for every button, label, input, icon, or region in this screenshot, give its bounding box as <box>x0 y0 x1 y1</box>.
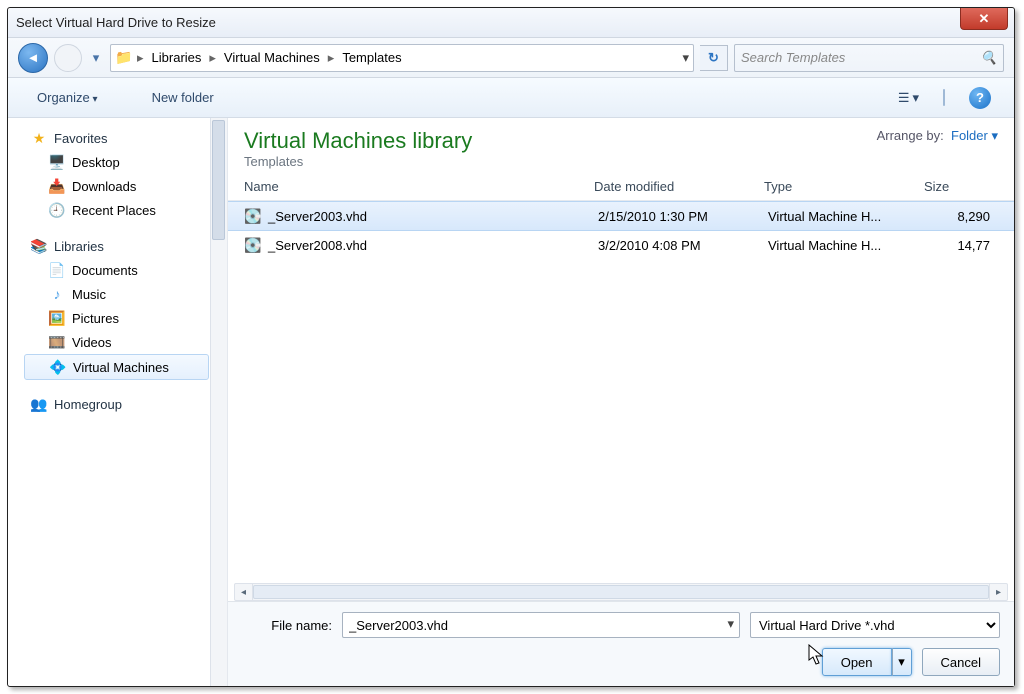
star-icon: ★ <box>30 129 48 147</box>
sidebar-item-downloads[interactable]: 📥Downloads <box>8 174 227 198</box>
view-icon: ☰ <box>898 90 910 106</box>
sidebar-item-music[interactable]: ♪Music <box>8 282 227 306</box>
refresh-icon: ↻ <box>708 50 719 66</box>
filetype-filter[interactable]: Virtual Hard Drive *.vhd <box>750 612 1000 638</box>
file-type: Virtual Machine H... <box>768 209 928 224</box>
library-title: Virtual Machines library <box>244 128 472 154</box>
search-placeholder: Search Templates <box>741 50 845 65</box>
chevron-right-icon: ▸ <box>137 50 144 66</box>
column-headers[interactable]: Name Date modified Type Size <box>228 173 1014 201</box>
address-bar[interactable]: 📁 ▸ Libraries ▸ Virtual Machines ▸ Templ… <box>110 44 694 72</box>
vm-icon: 💠 <box>49 358 67 376</box>
file-size: 14,77 <box>928 238 998 253</box>
chevron-right-icon: ▸ <box>328 50 335 66</box>
scroll-right-icon[interactable]: ▸ <box>989 584 1007 600</box>
documents-icon: 📄 <box>48 261 66 279</box>
file-size: 8,290 <box>928 209 998 224</box>
folder-icon: 📁 <box>115 49 133 67</box>
scroll-left-icon[interactable]: ◂ <box>235 584 253 600</box>
sidebar-item-recent[interactable]: 🕘Recent Places <box>8 198 227 222</box>
window-title: Select Virtual Hard Drive to Resize <box>16 15 216 30</box>
file-name: _Server2003.vhd <box>268 209 598 224</box>
close-icon: ✕ <box>979 11 990 27</box>
pictures-icon: 🖼️ <box>48 309 66 327</box>
recent-locations-button[interactable]: ▾ <box>88 48 104 68</box>
col-type[interactable]: Type <box>764 179 924 194</box>
preview-pane-button[interactable] <box>943 89 945 106</box>
breadcrumb-seg[interactable]: Libraries <box>148 50 206 65</box>
file-open-dialog: Select Virtual Hard Drive to Resize ✕ ◄ … <box>7 7 1015 687</box>
homegroup-group[interactable]: 👥Homegroup <box>8 392 227 416</box>
col-date[interactable]: Date modified <box>594 179 764 194</box>
help-button[interactable]: ? <box>969 87 991 109</box>
scrollbar-thumb[interactable] <box>212 120 225 240</box>
filename-dropdown-icon[interactable]: ▾ <box>727 616 734 632</box>
vhd-icon: 💽 <box>244 207 262 225</box>
music-icon: ♪ <box>48 285 66 303</box>
scrollbar-thumb[interactable] <box>253 585 989 599</box>
arrange-value[interactable]: Folder ▾ <box>951 128 998 143</box>
dialog-footer: File name: ▾ Virtual Hard Drive *.vhd Op… <box>228 601 1014 686</box>
navigation-pane: ★Favorites 🖥️Desktop 📥Downloads 🕘Recent … <box>8 118 228 686</box>
open-dropdown-button[interactable]: ▾ <box>892 648 912 676</box>
favorites-group[interactable]: ★Favorites <box>8 126 227 150</box>
vhd-icon: 💽 <box>244 236 262 254</box>
libraries-icon: 📚 <box>30 237 48 255</box>
sidebar-item-pictures[interactable]: 🖼️Pictures <box>8 306 227 330</box>
file-date: 2/15/2010 1:30 PM <box>598 209 768 224</box>
refresh-button[interactable]: ↻ <box>700 45 728 71</box>
nav-row: ◄ ▾ 📁 ▸ Libraries ▸ Virtual Machines ▸ T… <box>8 38 1014 78</box>
libraries-group[interactable]: 📚Libraries <box>8 234 227 258</box>
breadcrumb-seg[interactable]: Virtual Machines <box>220 50 324 65</box>
view-button[interactable]: ☰ ▾ <box>889 85 928 111</box>
search-box[interactable]: Search Templates 🔍 <box>734 44 1004 72</box>
chevron-right-icon: ▸ <box>209 50 216 66</box>
title-bar[interactable]: Select Virtual Hard Drive to Resize ✕ <box>8 8 1014 38</box>
desktop-icon: 🖥️ <box>48 153 66 171</box>
homegroup-icon: 👥 <box>30 395 48 413</box>
file-row[interactable]: 💽 _Server2003.vhd 2/15/2010 1:30 PM Virt… <box>228 201 1014 231</box>
sidebar-item-documents[interactable]: 📄Documents <box>8 258 227 282</box>
open-button[interactable]: Open <box>822 648 892 676</box>
nav-forward-button[interactable] <box>54 44 82 72</box>
organize-button[interactable]: Organize <box>28 85 107 110</box>
videos-icon: 🎞️ <box>48 333 66 351</box>
filename-input[interactable] <box>342 612 740 638</box>
filename-label: File name: <box>242 618 332 633</box>
file-name: _Server2008.vhd <box>268 238 598 253</box>
address-dropdown-icon[interactable]: ▾ <box>682 50 689 66</box>
arrange-by[interactable]: Arrange by: Folder ▾ <box>877 128 998 144</box>
col-size[interactable]: Size <box>924 179 998 194</box>
sidebar-item-virtual-machines[interactable]: 💠Virtual Machines <box>24 354 209 380</box>
file-row[interactable]: 💽 _Server2008.vhd 3/2/2010 4:08 PM Virtu… <box>228 231 1014 259</box>
nav-back-button[interactable]: ◄ <box>18 43 48 73</box>
recent-icon: 🕘 <box>48 201 66 219</box>
file-type: Virtual Machine H... <box>768 238 928 253</box>
file-list-pane: Virtual Machines library Templates Arran… <box>228 118 1014 686</box>
newfolder-button[interactable]: New folder <box>143 85 223 110</box>
library-subtitle: Templates <box>244 154 472 169</box>
arrow-left-icon: ◄ <box>27 50 40 65</box>
sidebar-scrollbar[interactable] <box>210 118 227 686</box>
search-icon: 🔍 <box>981 50 997 66</box>
breadcrumb-seg[interactable]: Templates <box>338 50 405 65</box>
horizontal-scrollbar[interactable]: ◂ ▸ <box>234 583 1008 601</box>
toolbar: Organize New folder ☰ ▾ ? <box>8 78 1014 118</box>
col-name[interactable]: Name <box>244 179 594 194</box>
file-date: 3/2/2010 4:08 PM <box>598 238 768 253</box>
downloads-icon: 📥 <box>48 177 66 195</box>
sidebar-item-videos[interactable]: 🎞️Videos <box>8 330 227 354</box>
cancel-button[interactable]: Cancel <box>922 648 1000 676</box>
close-button[interactable]: ✕ <box>960 8 1008 30</box>
sidebar-item-desktop[interactable]: 🖥️Desktop <box>8 150 227 174</box>
